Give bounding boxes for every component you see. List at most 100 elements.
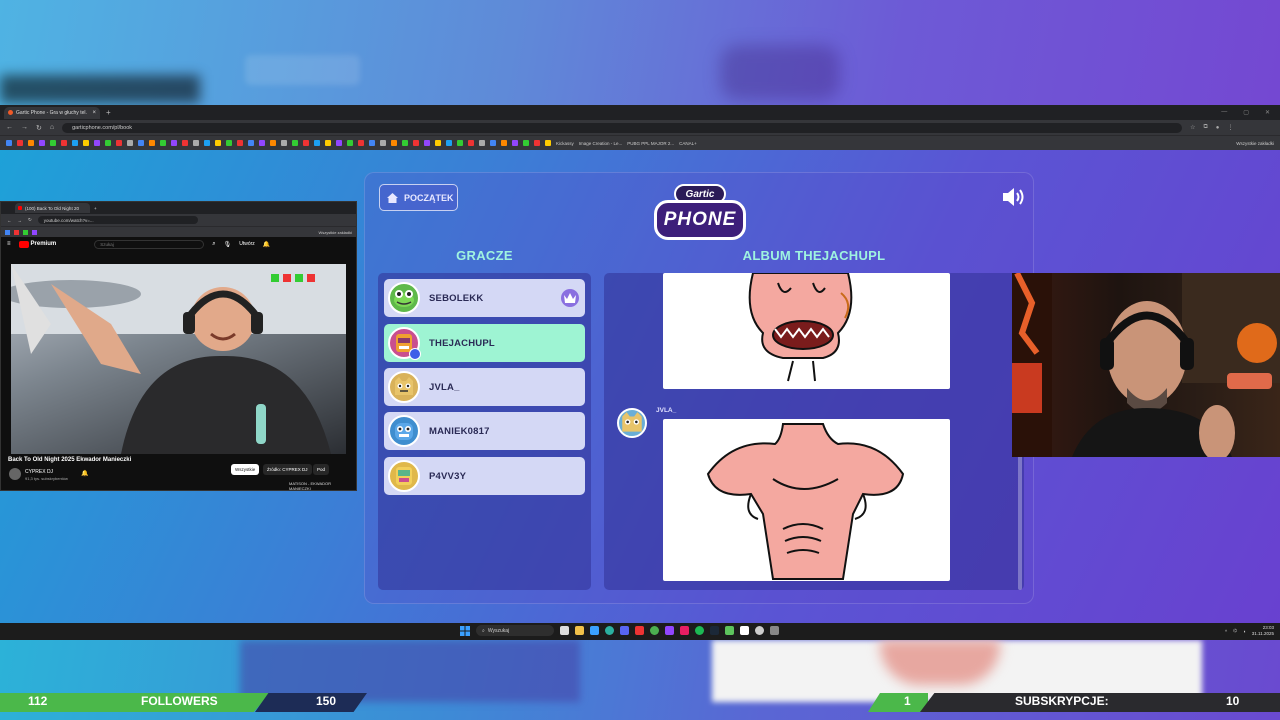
channel-avatar[interactable] <box>9 468 21 480</box>
profile-icon[interactable]: ● <box>1216 125 1220 131</box>
task-view-icon[interactable] <box>560 626 569 635</box>
chrome-icon[interactable] <box>650 626 659 635</box>
volume-icon[interactable]: ◖ <box>1243 629 1246 634</box>
settings-icon[interactable] <box>770 626 779 635</box>
yt-browser-tab[interactable]: (100) Back To Old Night 20 <box>15 203 90 213</box>
bookmark-icon[interactable] <box>171 140 177 146</box>
bookmark-icon[interactable] <box>281 140 287 146</box>
bookmark-icon[interactable] <box>270 140 276 146</box>
yt-address-bar[interactable]: youtube.com/watch?v=... <box>37 216 198 224</box>
bookmark-icon[interactable] <box>182 140 188 146</box>
bookmark-icon[interactable] <box>61 140 67 146</box>
new-tab-icon[interactable]: + <box>94 206 97 211</box>
notification-bell-icon[interactable]: 🔔 <box>81 470 88 477</box>
bookmark-star-icon[interactable]: ☆ <box>1190 124 1195 131</box>
bookmark-icon[interactable] <box>424 140 430 146</box>
bookmark-icon[interactable] <box>6 140 12 146</box>
bookmark-icon[interactable] <box>512 140 518 146</box>
player-card-thejachupl[interactable]: THEJACHUPL <box>384 324 585 362</box>
bookmark-icon[interactable] <box>435 140 441 146</box>
bookmark-icon[interactable] <box>259 140 265 146</box>
bookmark-icon[interactable] <box>14 229 19 235</box>
bookmark-icon[interactable] <box>138 140 144 146</box>
browser-tab[interactable]: Gartic Phone - Gra w głuchy tel. × <box>4 106 100 119</box>
bookmark-icon[interactable] <box>28 140 34 146</box>
home-button[interactable]: POCZĄTEK <box>379 184 458 211</box>
bookmark-link[interactable]: PUBG PPL MAJOR 2... <box>627 141 674 146</box>
speaker-icon[interactable] <box>1001 186 1027 208</box>
bookmark-icon[interactable] <box>391 140 397 146</box>
back-icon[interactable]: ← <box>6 124 13 131</box>
bookmark-icon[interactable] <box>380 140 386 146</box>
reload-icon[interactable]: ↻ <box>36 124 42 132</box>
spotify-icon[interactable] <box>695 626 704 635</box>
bookmark-icon[interactable] <box>226 140 232 146</box>
bookmark-icon[interactable] <box>160 140 166 146</box>
bookmark-icon[interactable] <box>468 140 474 146</box>
minimize-icon[interactable]: — <box>1221 109 1227 116</box>
app-icon[interactable] <box>755 626 764 635</box>
bookmark-icon[interactable] <box>490 140 496 146</box>
bookmark-icon[interactable] <box>72 140 78 146</box>
address-bar[interactable]: garticphone.com/pl/book <box>62 122 1183 133</box>
bookmark-icon[interactable] <box>17 140 23 146</box>
all-bookmarks-link[interactable]: Wszystkie zakładki <box>318 230 356 235</box>
bookmark-icon[interactable] <box>325 140 331 146</box>
file-explorer-icon[interactable] <box>575 626 584 635</box>
yt-filter-chip[interactable]: Źródło: CYPREX DJ <box>263 464 312 475</box>
app-icon[interactable] <box>725 626 734 635</box>
bookmark-icon[interactable] <box>105 140 111 146</box>
new-tab-icon[interactable]: + <box>106 108 111 117</box>
bookmark-icon[interactable] <box>32 229 37 235</box>
bookmark-icon[interactable] <box>127 140 133 146</box>
menu-icon[interactable]: ⋮ <box>1227 124 1233 131</box>
bookmark-icon[interactable] <box>446 140 452 146</box>
network-icon[interactable]: ⌬ <box>1233 628 1237 634</box>
app-icon[interactable] <box>740 626 749 635</box>
home-icon[interactable]: ⌂ <box>50 124 54 131</box>
steam-icon[interactable] <box>710 626 719 635</box>
bookmark-icon[interactable] <box>314 140 320 146</box>
back-icon[interactable]: ← <box>7 218 12 223</box>
menu-icon[interactable]: ≡ <box>7 241 11 247</box>
obs-icon[interactable] <box>665 626 674 635</box>
bookmark-icon[interactable] <box>336 140 342 146</box>
bookmark-link[interactable]: Kickassy <box>556 141 574 146</box>
bookmark-icon[interactable] <box>5 229 10 235</box>
close-tab-icon[interactable]: × <box>92 110 96 116</box>
yt-channel-name[interactable]: CYPREX DJ <box>25 469 53 475</box>
bookmark-icon[interactable] <box>248 140 254 146</box>
create-button[interactable]: Utwórz <box>239 241 255 247</box>
bookmark-icon[interactable] <box>534 140 540 146</box>
bookmark-icon[interactable] <box>149 140 155 146</box>
bookmark-icon[interactable] <box>523 140 529 146</box>
player-card-jvla[interactable]: JVLA_ <box>384 368 585 406</box>
youtube-premium-logo[interactable]: Premium <box>18 240 56 248</box>
mic-icon[interactable]: 🎙 <box>224 241 232 248</box>
bookmark-icon[interactable] <box>116 140 122 146</box>
bookmark-icon[interactable] <box>413 140 419 146</box>
discord-icon[interactable] <box>620 626 629 635</box>
forward-icon[interactable]: → <box>21 124 28 131</box>
bookmark-icon[interactable] <box>94 140 100 146</box>
bookmark-icon[interactable] <box>50 140 56 146</box>
bookmark-link[interactable]: CANAL+ <box>679 141 697 146</box>
yt-filter-chip[interactable]: Wszystkie <box>231 464 260 475</box>
edge-icon[interactable] <box>605 626 614 635</box>
bookmark-icon[interactable] <box>457 140 463 146</box>
maximize-icon[interactable]: ▢ <box>1243 109 1249 116</box>
bookmark-icon[interactable] <box>369 140 375 146</box>
bookmark-link[interactable]: Image Creation - Le... <box>579 141 623 146</box>
player-card-maniek0817[interactable]: MANIEK0817 <box>384 412 585 450</box>
extensions-icon[interactable]: ⧉ <box>1204 124 1208 131</box>
clock[interactable]: 23:03 31.11.2025 <box>1252 625 1274 637</box>
bookmark-icon[interactable] <box>23 229 28 235</box>
bookmark-icon[interactable] <box>303 140 309 146</box>
bookmark-icon[interactable] <box>347 140 353 146</box>
bookmark-icon[interactable] <box>545 140 551 146</box>
bookmark-icon[interactable] <box>479 140 485 146</box>
bookmark-icon[interactable] <box>39 140 45 146</box>
yt-search-input[interactable]: Szukaj <box>94 239 205 249</box>
player-card-p4vv3y[interactable]: P4VV3Y <box>384 457 585 495</box>
yt-filter-chip[interactable]: Pod <box>313 464 330 475</box>
